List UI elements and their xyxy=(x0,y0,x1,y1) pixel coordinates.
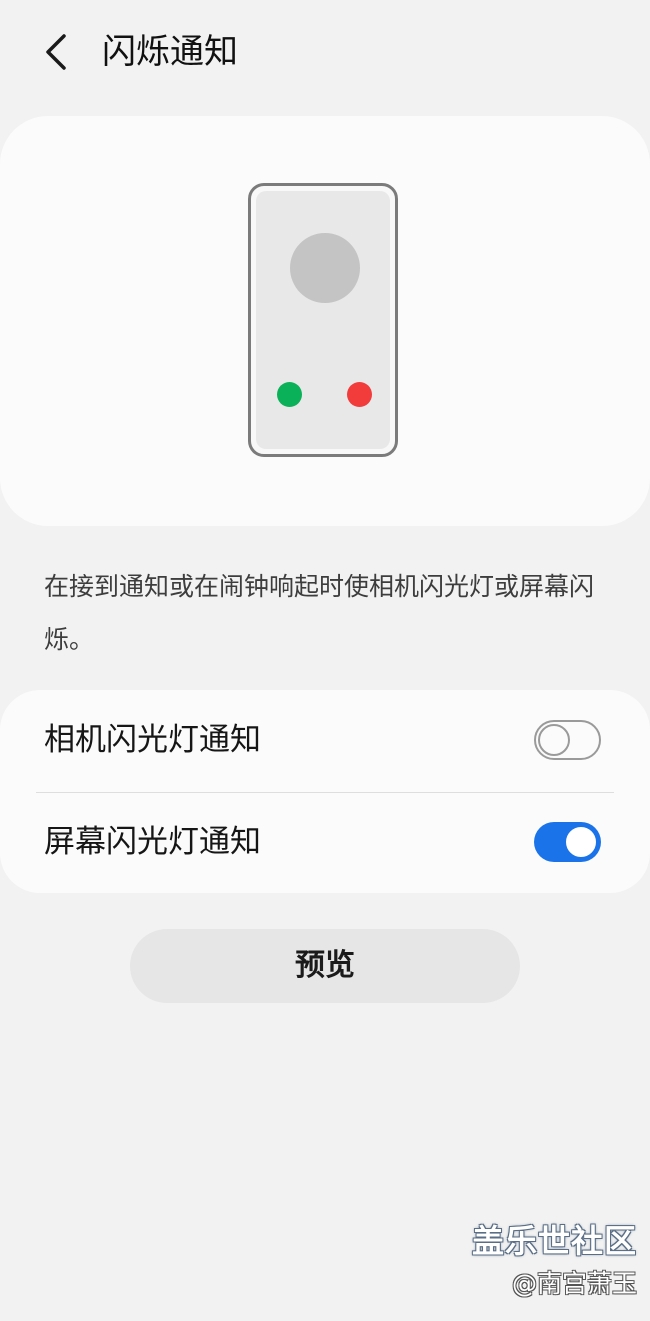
screen-flash-notification-label: 屏幕闪光灯通知 xyxy=(44,824,261,860)
accept-call-dot xyxy=(277,382,302,407)
phone-illustration xyxy=(248,183,398,457)
top-app-bar: 闪烁通知 xyxy=(0,0,650,110)
screen-flash-notification-row[interactable]: 屏幕闪光灯通知 xyxy=(0,792,650,892)
toggle-knob xyxy=(538,724,570,756)
camera-flash-notification-toggle[interactable] xyxy=(534,720,601,760)
toggle-knob xyxy=(563,824,599,860)
caller-avatar-placeholder xyxy=(290,233,360,303)
screen-flash-notification-toggle[interactable] xyxy=(534,822,601,862)
feature-description: 在接到通知或在闹钟响起时使相机闪光灯或屏幕闪烁。 xyxy=(44,572,595,654)
phone-screen xyxy=(256,191,390,449)
watermark-brand: 盖乐世社区 xyxy=(471,1222,637,1260)
preview-button[interactable]: 预览 xyxy=(130,929,520,1003)
camera-flash-notification-label: 相机闪光灯通知 xyxy=(44,722,261,758)
watermark-author: @南宫萧玉 xyxy=(511,1269,637,1298)
page-title: 闪烁通知 xyxy=(102,32,238,72)
decline-call-dot xyxy=(347,382,372,407)
list-divider xyxy=(36,792,614,793)
back-button[interactable] xyxy=(34,28,78,76)
chevron-left-icon xyxy=(46,34,66,70)
camera-flash-notification-row[interactable]: 相机闪光灯通知 xyxy=(0,690,650,790)
